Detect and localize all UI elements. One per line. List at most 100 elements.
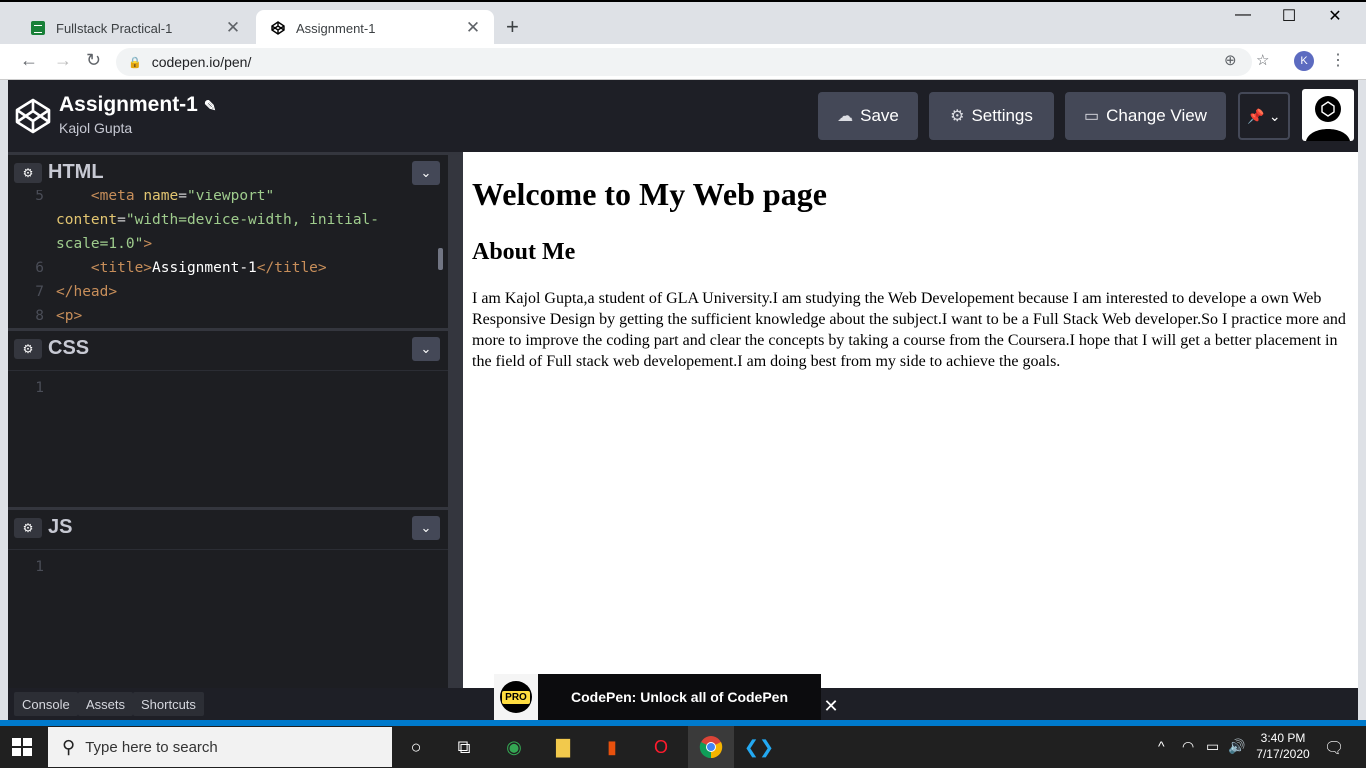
codepen-logo-icon[interactable] <box>14 97 52 135</box>
pro-upsell-banner[interactable]: PRO CodePen: Unlock all of CodePen <box>494 674 821 720</box>
settings-button[interactable]: ⚙ Settings <box>929 92 1054 140</box>
preview-heading-2: About Me <box>472 239 576 265</box>
tab-assignment-1[interactable]: Assignment-1 ✕ <box>256 10 494 46</box>
codepen-icon <box>270 20 286 36</box>
js-editor-header: ⚙ JS ⌄ <box>8 507 448 545</box>
save-label: Save <box>860 106 899 125</box>
profile-avatar[interactable]: K <box>1294 51 1314 71</box>
taskbar-clock[interactable]: 3:40 PM 7/17/2020 <box>1256 730 1310 762</box>
cloud-icon: ☁ <box>837 108 854 125</box>
html-editor-title: HTML <box>48 161 104 183</box>
new-tab-icon[interactable]: + <box>506 14 519 40</box>
save-button[interactable]: ☁ Save <box>818 92 918 140</box>
js-collapse-chevron-icon[interactable]: ⌄ <box>412 516 440 540</box>
clock-time: 3:40 PM <box>1260 731 1306 745</box>
search-icon: ⚲ <box>62 736 76 757</box>
pro-banner-text: CodePen: Unlock all of CodePen <box>570 689 789 705</box>
line-number: 8 <box>35 308 44 324</box>
wifi-icon[interactable]: ◠ <box>1182 738 1194 755</box>
html-code-area[interactable]: 5 <meta name="viewport" content="width=de… <box>8 190 448 328</box>
change-view-button[interactable]: ▭ Change View <box>1065 92 1226 140</box>
vscode-icon[interactable]: ❮❯ <box>744 732 774 762</box>
minimize-icon[interactable]: — <box>1220 6 1266 28</box>
cortana-icon[interactable]: ○ <box>401 732 431 762</box>
line-number: 6 <box>35 260 44 276</box>
pro-badge-icon: PRO <box>494 674 538 720</box>
line-number: 1 <box>35 559 44 575</box>
taskbar-search[interactable]: ⚲ Type here to search <box>48 727 392 767</box>
user-avatar[interactable] <box>1302 89 1354 141</box>
pen-author[interactable]: Kajol Gupta <box>59 120 132 136</box>
pane-resizer[interactable] <box>448 152 463 688</box>
editor-panel: ⚙ HTML ⌄ 5 <meta name="viewport" content=… <box>8 152 448 688</box>
edge-icon[interactable]: ◉ <box>499 732 529 762</box>
windows-start-icon[interactable] <box>12 738 32 756</box>
css-code-area[interactable]: 1 <box>8 376 448 506</box>
css-collapse-chevron-icon[interactable]: ⌄ <box>412 337 440 361</box>
reload-icon[interactable]: ↻ <box>86 50 101 71</box>
js-code-area[interactable]: 1 <box>8 555 448 685</box>
result-preview: Welcome to My Web page About Me I am Kaj… <box>463 152 1358 688</box>
volume-icon[interactable]: 🔊 <box>1228 738 1245 755</box>
office-icon[interactable]: ▮ <box>597 732 627 762</box>
code-line: <meta name="viewport" <box>90 190 275 204</box>
code-line: scale=1.0"> <box>56 236 153 252</box>
css-editor-title: CSS <box>48 337 90 359</box>
close-tab-icon[interactable]: ✕ <box>224 18 242 38</box>
js-editor-title: JS <box>48 516 73 538</box>
console-button[interactable]: Console <box>14 692 78 716</box>
chrome-icon[interactable] <box>688 726 734 768</box>
change-view-label: Change View <box>1106 106 1207 125</box>
forward-icon[interactable]: → <box>54 50 72 71</box>
pen-title-text: Assignment-1 <box>59 93 198 116</box>
bookmark-star-icon[interactable]: ☆ <box>1256 51 1269 69</box>
opera-icon[interactable]: O <box>646 732 676 762</box>
search-placeholder: Type here to search <box>85 738 218 756</box>
js-settings-gear-icon[interactable]: ⚙ <box>14 518 42 538</box>
lock-icon: 🔒 <box>128 56 142 69</box>
preview-heading-1: Welcome to My Web page <box>472 176 827 212</box>
assets-button[interactable]: Assets <box>78 692 134 716</box>
close-banner-icon[interactable]: ✕ <box>821 693 841 719</box>
line-number: 7 <box>35 284 44 300</box>
close-tab-icon[interactable]: ✕ <box>464 18 482 38</box>
tab-title: Assignment-1 <box>296 20 376 36</box>
gear-icon: ⚙ <box>950 108 965 125</box>
html-collapse-chevron-icon[interactable]: ⌄ <box>412 161 440 185</box>
css-editor-header: ⚙ CSS ⌄ <box>8 328 448 366</box>
line-number: 5 <box>35 190 44 204</box>
code-line: content="width=device-width, initial- <box>56 212 380 228</box>
zoom-icon[interactable]: ⊕ <box>1224 51 1237 69</box>
address-bar[interactable]: 🔒 codepen.io/pen/ <box>116 48 1252 76</box>
tab-fullstack-practical[interactable]: Fullstack Practical-1 ✕ <box>16 10 254 46</box>
battery-icon[interactable]: ▭ <box>1206 738 1219 755</box>
html-settings-gear-icon[interactable]: ⚙ <box>14 163 42 183</box>
html-editor-header: ⚙ HTML ⌄ <box>8 152 448 190</box>
code-line: <title>Assignment-1</title> <box>90 260 327 276</box>
pin-icon: 📌 <box>1247 107 1265 124</box>
pin-menu-button[interactable]: 📌 ⌄ <box>1238 92 1290 140</box>
line-number: 1 <box>35 380 44 396</box>
windows-taskbar: ⚲ Type here to search ○ ⧉ ◉ ▇ ▮ O ❮❯ ^ ◠… <box>0 726 1366 768</box>
settings-label: Settings <box>971 106 1033 125</box>
back-icon[interactable]: ← <box>20 50 38 71</box>
maximize-icon[interactable]: ☐ <box>1266 6 1312 28</box>
shortcuts-button[interactable]: Shortcuts <box>133 692 204 716</box>
html-scrollbar[interactable] <box>438 248 443 270</box>
file-explorer-icon[interactable]: ▇ <box>548 732 578 762</box>
task-view-icon[interactable]: ⧉ <box>449 732 479 762</box>
notifications-icon[interactable]: 🗨 <box>1324 738 1344 758</box>
browser-toolbar: ← → ↻ 🔒 codepen.io/pen/ ⊕ ☆ <box>0 44 1366 80</box>
chevron-down-icon: ⌄ <box>1268 107 1281 124</box>
pen-title[interactable]: Assignment-1 ✎ <box>59 93 216 117</box>
codepen-header: Assignment-1 ✎ Kajol Gupta ☁ Save ⚙ Setting… <box>8 80 1358 152</box>
css-settings-gear-icon[interactable]: ⚙ <box>14 339 42 359</box>
tray-chevron-icon[interactable]: ^ <box>1158 738 1165 754</box>
close-window-icon[interactable]: ✕ <box>1312 6 1358 28</box>
google-sheets-icon <box>30 20 46 36</box>
code-line: <p> <box>56 308 83 324</box>
url-text: codepen.io/pen/ <box>151 54 252 70</box>
browser-menu-icon[interactable]: ⋮ <box>1330 50 1346 70</box>
edit-pencil-icon[interactable]: ✎ <box>204 98 217 115</box>
avatar-silhouette-icon <box>1306 96 1350 141</box>
